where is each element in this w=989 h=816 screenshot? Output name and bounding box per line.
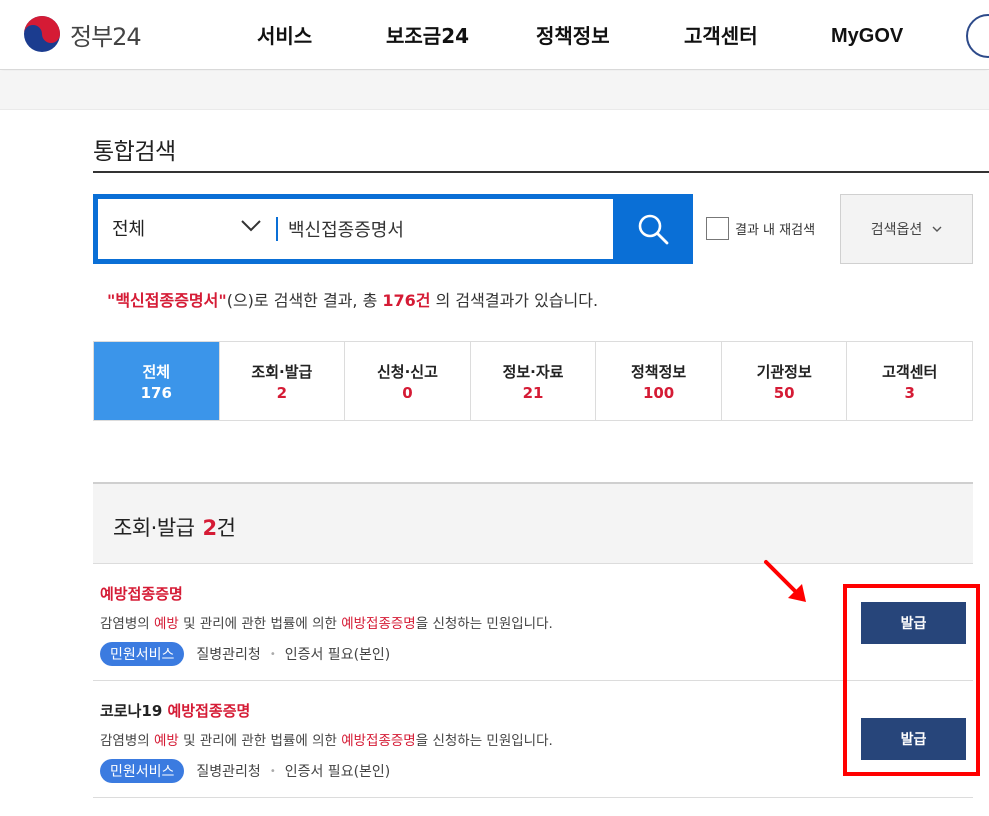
meta-separator: • (269, 648, 276, 660)
tab-all[interactable]: 전체 176 (94, 342, 219, 420)
result-title-highlight: 예방접종증명 (100, 585, 183, 603)
result-item: 예방접종증명 감염병의 예방 및 관리에 관한 법률에 의한 예방접종증명을 신… (93, 564, 973, 681)
logo-text: 정부24 (70, 22, 142, 51)
site-header: 정부24 서비스 보조금24 정책정보 고객센터 MyGOV (0, 0, 989, 70)
tab-policy-info[interactable]: 정책정보 100 (595, 342, 721, 420)
result-agency: 질병관리청 (196, 647, 261, 663)
meta-separator: • (269, 765, 276, 777)
desc-highlight: 예방 (153, 616, 179, 632)
site-logo[interactable]: 정부24 (22, 12, 142, 56)
tab-count: 100 (642, 383, 675, 402)
category-tabs: 전체 176 조회·발급 2 신청·신고 0 정보·자료 21 정책정보 100… (93, 341, 973, 421)
result-agency: 질병관리청 (196, 764, 261, 780)
desc-text: 을 신청하는 민원입니다. (415, 616, 553, 632)
tab-label: 신청·신고 (376, 362, 438, 381)
nav-subsidy[interactable]: 보조금24 (386, 0, 469, 70)
desc-text: 및 관리에 관한 법률에 의한 (178, 616, 342, 632)
tab-customer-center[interactable]: 고객센터 3 (846, 342, 973, 420)
tab-label: 조회·발급 (251, 362, 313, 381)
title-divider (93, 171, 989, 173)
nav-mygov[interactable]: MyGOV (831, 0, 903, 70)
search-options-button[interactable]: 검색옵션 (840, 194, 973, 264)
desc-highlight: 예방접종증명 (341, 616, 416, 632)
nav-policy-info[interactable]: 정책정보 (536, 0, 610, 70)
result-description: 감염병의 예방 및 관리에 관한 법률에 의한 예방접종증명을 신청하는 민원입… (100, 729, 553, 749)
tab-count: 176 (140, 383, 172, 402)
header-gray-band (0, 71, 989, 110)
search-input[interactable] (288, 209, 608, 249)
section-title-text: 조회·발급 (113, 516, 195, 540)
desc-text: 감염병의 (100, 616, 154, 632)
search-options-label: 검색옵션 (870, 222, 923, 238)
result-item: 코로나19 예방접종증명 감염병의 예방 및 관리에 관한 법률에 의한 예방접… (93, 681, 973, 798)
tab-count: 50 (773, 383, 795, 402)
header-circle-button[interactable] (966, 14, 989, 58)
search-category-value: 전체 (112, 219, 146, 240)
desc-highlight: 예방접종증명 (341, 733, 416, 749)
tab-label: 고객센터 (882, 362, 938, 381)
refine-search-label: 결과 내 재검색 (735, 223, 816, 238)
section-count-unit: 건 (216, 516, 236, 540)
refine-search-option[interactable]: 결과 내 재검색 (706, 217, 815, 240)
page-title: 통합검색 (93, 139, 176, 165)
tab-agency-info[interactable]: 기관정보 50 (720, 342, 847, 420)
refine-search-checkbox[interactable] (706, 217, 729, 240)
result-meta: 민원서비스 질병관리청 • 인증서 필요(본인) (100, 642, 390, 666)
search-cursor-divider (276, 217, 278, 241)
chevron-down-icon (932, 226, 942, 232)
summary-tail: 의 검색결과가 있습니다. (430, 291, 599, 310)
tab-label: 정보·자료 (502, 362, 564, 381)
tab-apply-report[interactable]: 신청·신고 0 (344, 342, 470, 420)
result-summary: "백신접종증명서"(으)로 검색한 결과, 총 176건 의 검색결과가 있습니… (107, 287, 598, 311)
result-auth-requirement: 인증서 필요(본인) (284, 647, 391, 663)
desc-highlight: 예방 (153, 733, 179, 749)
section-title: 조회·발급 2건 (113, 512, 236, 542)
search-button[interactable] (613, 194, 693, 264)
result-title-link[interactable]: 예방접종증명 (100, 583, 183, 604)
service-badge: 민원서비스 (100, 642, 185, 666)
summary-middle: (으)로 검색한 결과, 총 (226, 291, 383, 310)
tab-count: 2 (276, 383, 288, 402)
search-category-select[interactable]: 전체 (112, 199, 262, 259)
summary-total: 176건 (382, 291, 431, 310)
desc-text: 감염병의 (100, 733, 154, 749)
result-description: 감염병의 예방 및 관리에 관한 법률에 의한 예방접종증명을 신청하는 민원입… (100, 612, 553, 632)
result-title-prefix: 코로나19 (100, 702, 168, 720)
result-meta: 민원서비스 질병관리청 • 인증서 필요(본인) (100, 759, 390, 783)
nav-service[interactable]: 서비스 (257, 0, 312, 70)
tab-label: 정책정보 (631, 362, 687, 381)
tab-lookup-issue[interactable]: 조회·발급 2 (218, 342, 345, 420)
annotation-arrow-icon (764, 560, 806, 602)
result-auth-requirement: 인증서 필요(본인) (284, 764, 391, 780)
tab-count: 0 (402, 383, 413, 402)
tab-count: 3 (904, 383, 915, 402)
summary-query: "백신접종증명서" (107, 291, 227, 310)
result-title-link[interactable]: 코로나19 예방접종증명 (100, 700, 250, 721)
section-count: 2 (202, 516, 217, 540)
result-title-highlight: 예방접종증명 (167, 702, 251, 720)
taegeuk-emblem-icon (24, 16, 60, 52)
tab-info-data[interactable]: 정보·자료 21 (469, 342, 596, 420)
annotation-highlight-box (843, 584, 980, 776)
tab-label: 전체 (142, 362, 171, 381)
tab-count: 21 (522, 383, 544, 402)
desc-text: 을 신청하는 민원입니다. (415, 733, 553, 749)
search-box: 전체 (93, 194, 693, 264)
chevron-down-icon (241, 220, 261, 232)
desc-text: 및 관리에 관한 법률에 의한 (178, 733, 342, 749)
search-icon (638, 214, 669, 245)
nav-customer-center[interactable]: 고객센터 (684, 0, 758, 70)
service-badge: 민원서비스 (100, 759, 185, 783)
section-header: 조회·발급 2건 (93, 482, 973, 564)
tab-label: 기관정보 (756, 362, 812, 381)
